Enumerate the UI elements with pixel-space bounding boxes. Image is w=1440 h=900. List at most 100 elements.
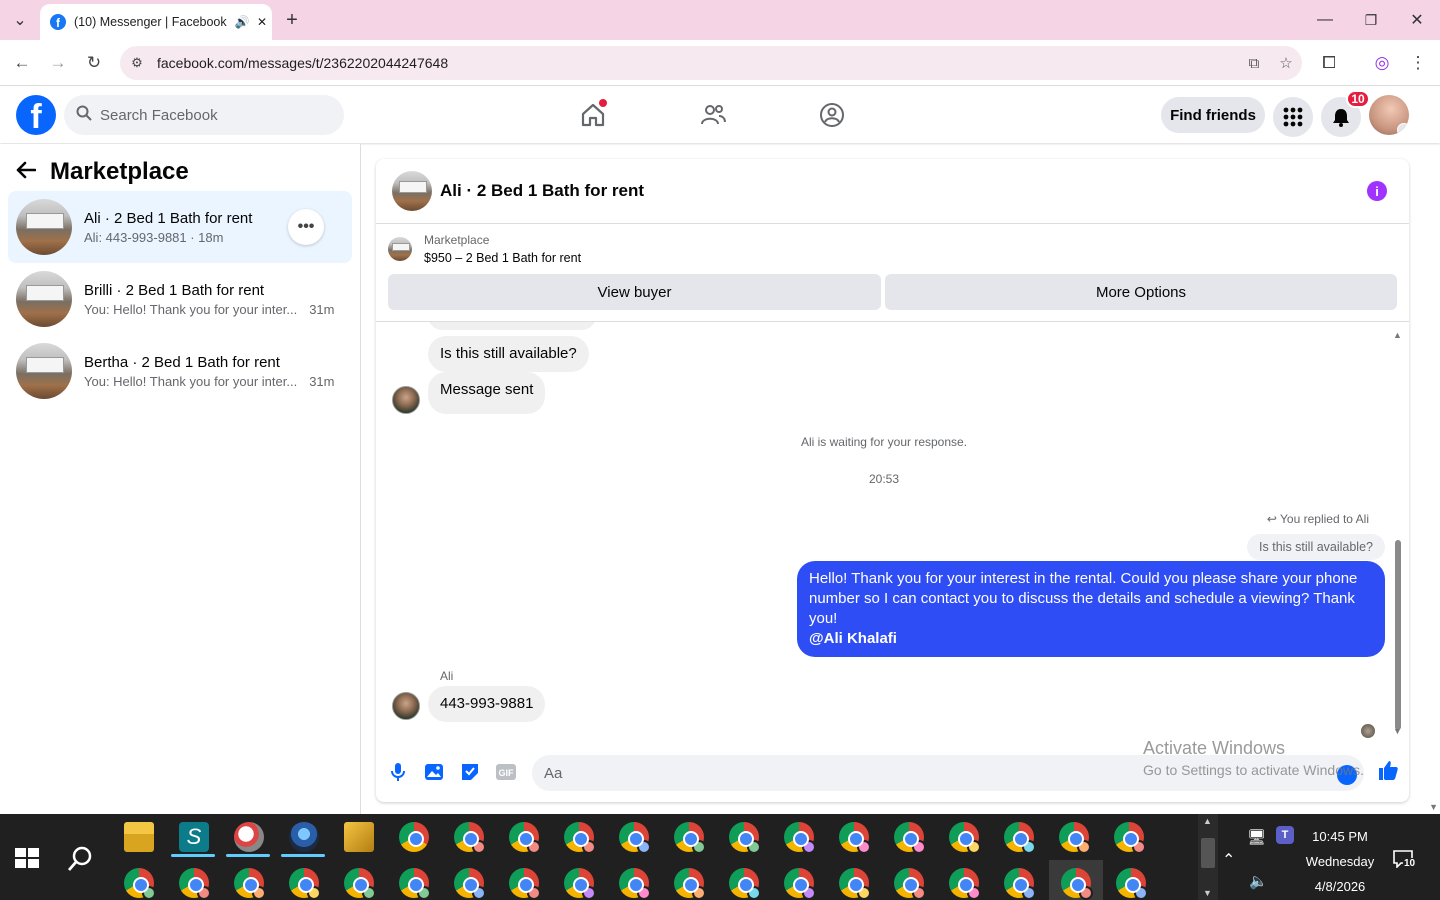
chrome-profile-icon[interactable] — [289, 868, 321, 900]
chrome-profile-icon[interactable] — [564, 822, 596, 854]
site-settings-icon[interactable]: ⚙ — [120, 55, 154, 71]
find-friends-button[interactable]: Find friends — [1161, 97, 1265, 133]
chrome-profile-icon[interactable] — [1004, 822, 1036, 854]
chrome-profile-icon[interactable] — [784, 822, 816, 854]
file-explorer-icon[interactable] — [124, 822, 154, 852]
chrome-profile-icon[interactable] — [784, 868, 816, 900]
chrome-profile-icon[interactable] — [399, 868, 431, 900]
new-tab-icon[interactable]: + — [280, 0, 304, 40]
app-globe-icon[interactable] — [289, 822, 319, 852]
app-folder-icon[interactable] — [344, 822, 374, 852]
scrollbar-thumb[interactable] — [1395, 540, 1401, 730]
search-facebook-input[interactable]: Search Facebook — [64, 95, 344, 135]
taskbar-overflow-scroll[interactable]: ▲ ▼ — [1198, 814, 1218, 900]
profile-icon[interactable]: ◎ — [1370, 52, 1394, 74]
conversation-item[interactable]: Ali · 2 Bed 1 Bath for rent Ali: 443-993… — [8, 191, 352, 263]
close-window-icon[interactable]: ✕ — [1402, 0, 1432, 40]
page-scroll-down-icon[interactable]: ▼ — [1429, 802, 1438, 812]
conversation-name: Brilli · 2 Bed 1 Bath for rent — [84, 281, 265, 299]
chrome-profile-icon[interactable] — [1059, 822, 1091, 854]
scroll-down-icon[interactable]: ▼ — [1393, 726, 1402, 736]
minimize-icon[interactable]: — — [1310, 0, 1340, 40]
chrome-profile-icon[interactable] — [839, 868, 871, 900]
chrome-profile-icon[interactable] — [674, 868, 706, 900]
maximize-icon[interactable]: ❐ — [1356, 0, 1386, 40]
chrome-profile-icon[interactable] — [894, 822, 926, 854]
taskbar-scroll-up-icon[interactable]: ▲ — [1203, 816, 1212, 826]
chrome-profile-icon[interactable] — [124, 868, 156, 900]
close-tab-icon[interactable]: ✕ — [252, 15, 272, 29]
taskbar-scroll-down-icon[interactable]: ▼ — [1203, 888, 1212, 898]
app-paint-icon[interactable] — [234, 822, 264, 852]
extensions-icon[interactable]: ⧠ — [1317, 52, 1341, 74]
home-icon[interactable] — [573, 97, 613, 133]
chat-title[interactable]: Ali · 2 Bed 1 Bath for rent — [440, 181, 644, 201]
menu-grid-icon[interactable] — [1273, 97, 1313, 137]
listing-summary[interactable]: Marketplace $950 – 2 Bed 1 Bath for rent — [388, 233, 581, 265]
more-options-button[interactable]: More Options — [885, 274, 1397, 310]
ali-avatar[interactable] — [392, 386, 420, 414]
sticker-icon[interactable] — [459, 761, 481, 783]
chrome-icon[interactable] — [399, 822, 429, 852]
chrome-profile-icon[interactable] — [729, 822, 761, 854]
show-hidden-icons-icon[interactable]: ⌃ — [1222, 850, 1235, 870]
account-avatar[interactable]: ⌄ — [1369, 95, 1409, 135]
chrome-profile-icon[interactable] — [344, 868, 376, 900]
chrome-profile-icon[interactable] — [619, 822, 651, 854]
chrome-profile-icon[interactable] — [839, 822, 871, 854]
taskbar-search-icon[interactable] — [64, 842, 98, 876]
gif-icon[interactable]: GIF — [495, 761, 517, 783]
chrome-profile-icon[interactable] — [674, 822, 706, 854]
chrome-profile-icon[interactable] — [234, 868, 266, 900]
system-clock[interactable]: 10:45 PM Wednesday 4/8/2026 — [1290, 824, 1390, 899]
chrome-profile-icon[interactable] — [509, 868, 541, 900]
view-buyer-button[interactable]: View buyer — [388, 274, 881, 310]
chrome-profile-icon[interactable] — [454, 868, 486, 900]
volume-icon[interactable]: 🔈 — [1249, 872, 1268, 890]
chrome-profile-icon[interactable] — [894, 868, 926, 900]
thumbs-up-icon[interactable] — [1377, 759, 1399, 787]
address-bar[interactable]: ⚙ facebook.com/messages/t/23622020442476… — [120, 46, 1302, 80]
chrome-profile-icon[interactable] — [179, 868, 211, 900]
chrome-profile-icon[interactable] — [454, 822, 486, 854]
forward-icon[interactable]: → — [46, 52, 70, 74]
scroll-up-icon[interactable]: ▲ — [1393, 330, 1402, 340]
chrome-profile-icon[interactable] — [619, 868, 651, 900]
photo-icon[interactable] — [423, 761, 445, 783]
chrome-profile-icon[interactable] — [949, 822, 981, 854]
conversation-info-icon[interactable]: i — [1367, 181, 1387, 201]
reload-icon[interactable]: ↻ — [82, 52, 106, 74]
chrome-profile-icon[interactable] — [729, 868, 761, 900]
browser-tab-messenger[interactable]: f (10) Messenger | Facebook 🔊 ✕ — [40, 4, 272, 40]
conversation-item[interactable]: Brilli · 2 Bed 1 Bath for rent You: Hell… — [8, 263, 352, 335]
install-app-icon[interactable]: ⧉ — [1238, 55, 1270, 72]
back-arrow-icon[interactable] — [16, 159, 37, 185]
facebook-header: f Search Facebook Find friends 10 ⌄ — [0, 87, 1440, 143]
chrome-profile-icon[interactable] — [1004, 868, 1036, 900]
more-options-icon[interactable]: ••• — [288, 209, 324, 245]
chrome-profile-icon[interactable] — [1061, 868, 1093, 900]
speaker-icon[interactable]: 🔊 — [232, 15, 252, 29]
chrome-profile-icon[interactable] — [1114, 822, 1146, 854]
conversation-item[interactable]: Bertha · 2 Bed 1 Bath for rent You: Hell… — [8, 335, 352, 407]
thread-scrollbar[interactable]: ▲ ▼ — [1391, 330, 1405, 736]
groups-icon[interactable] — [812, 97, 852, 133]
chrome-profile-icon[interactable] — [509, 822, 541, 854]
taskbar-scroll-thumb[interactable] — [1201, 838, 1215, 868]
browser-menu-icon[interactable]: ⋮ — [1406, 52, 1430, 74]
tab-search-chevron-icon[interactable]: ⌄ — [8, 0, 32, 40]
back-icon[interactable]: ← — [10, 52, 34, 74]
app-s-icon[interactable]: S — [179, 822, 209, 852]
friends-icon[interactable] — [693, 97, 733, 133]
ali-avatar[interactable] — [392, 692, 420, 720]
action-center-icon[interactable]: 10 — [1393, 850, 1417, 872]
facebook-logo-icon[interactable]: f — [16, 95, 56, 135]
chrome-profile-icon[interactable] — [1116, 868, 1148, 900]
chrome-profile-icon[interactable] — [949, 868, 981, 900]
windows-start-icon[interactable] — [15, 848, 39, 868]
network-icon[interactable]: 🖥 — [1247, 828, 1266, 846]
chrome-profile-icon[interactable] — [564, 868, 596, 900]
microphone-icon[interactable] — [387, 761, 409, 783]
mention[interactable]: @Ali Khalafi — [809, 629, 1373, 649]
bookmark-star-icon[interactable]: ☆ — [1270, 54, 1302, 72]
